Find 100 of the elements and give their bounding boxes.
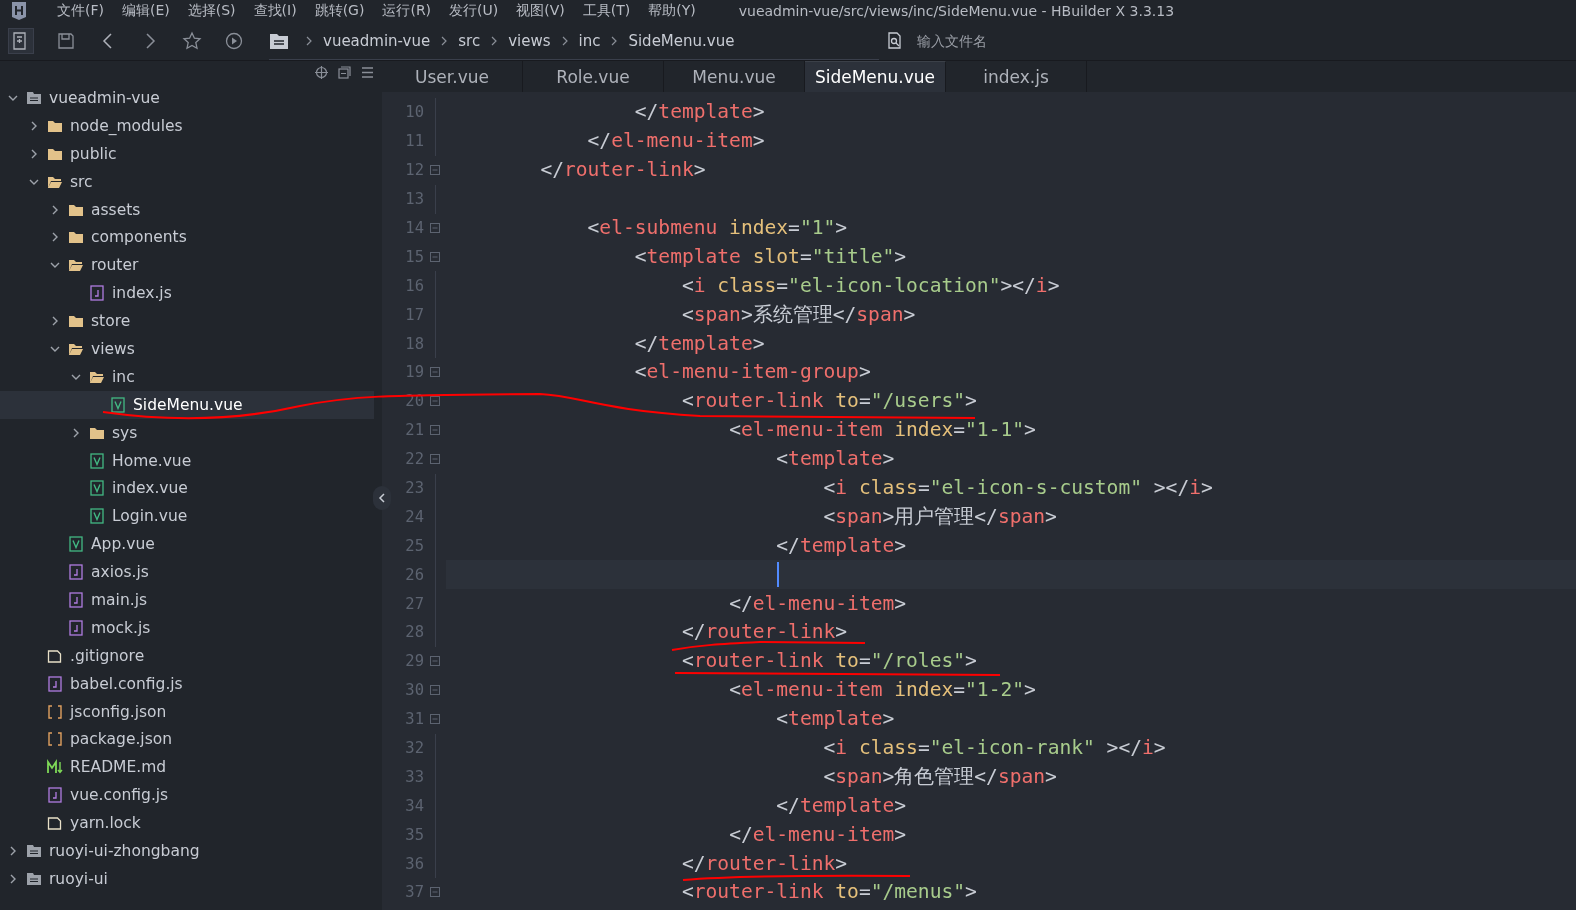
collapse-sidebar-button[interactable]: [373, 486, 391, 510]
folder-icon: [68, 313, 84, 330]
code-line: <span>角色管理</span>: [823, 764, 1057, 789]
tree-item[interactable]: package.json: [0, 725, 374, 754]
line-number: 12: [404, 161, 424, 180]
fold-toggle-icon[interactable]: [430, 887, 440, 898]
code-line: </el-menu-item>: [729, 822, 907, 847]
tree-item[interactable]: babel.config.js: [0, 669, 374, 698]
save-icon[interactable]: [56, 31, 76, 51]
chevron-right-icon[interactable]: [8, 873, 18, 884]
line-number: 21: [404, 421, 424, 440]
breadcrumb-item[interactable]: SideMenu.vue: [628, 31, 735, 50]
breadcrumb-item[interactable]: views: [508, 31, 551, 50]
tree-item[interactable]: public: [0, 139, 374, 168]
menu-item[interactable]: 运行(R): [373, 2, 441, 20]
tree-item[interactable]: Login.vue: [0, 502, 374, 531]
new-file-icon[interactable]: [8, 28, 34, 54]
chevron-right-icon[interactable]: [50, 316, 60, 327]
code-line: <template>: [776, 707, 895, 732]
line-number: 17: [404, 305, 424, 324]
chevron-right-icon[interactable]: [8, 846, 18, 856]
editor-tab[interactable]: User.vue: [382, 61, 523, 92]
fold-toggle-icon[interactable]: [430, 396, 440, 407]
line-number: 13: [404, 190, 424, 209]
line-number: 10: [404, 103, 424, 122]
code-line: </template>: [776, 793, 907, 818]
tree-item[interactable]: sys: [0, 418, 374, 447]
tree-item[interactable]: axios.js: [0, 558, 374, 587]
breadcrumb-item[interactable]: src: [458, 31, 481, 50]
chevron-right-icon[interactable]: [50, 232, 60, 243]
menu-item[interactable]: 帮助(Y): [639, 2, 705, 20]
menu-item[interactable]: 文件(F): [48, 2, 113, 20]
chevron-right-icon: [440, 35, 449, 46]
tree-item[interactable]: main.js: [0, 586, 374, 614]
line-number: 33: [404, 767, 424, 786]
tree-item[interactable]: vueadmin-vue: [0, 84, 374, 112]
chevron-right-icon: [560, 35, 569, 46]
fold-toggle-icon[interactable]: [430, 367, 440, 378]
vue-file-icon: [89, 452, 105, 469]
code-line: </router-link>: [681, 851, 848, 876]
locate-icon[interactable]: [315, 66, 328, 79]
tree-item[interactable]: store: [0, 307, 374, 335]
menu-item[interactable]: 查找(I): [244, 2, 306, 20]
editor-tab[interactable]: Role.vue: [523, 61, 664, 92]
chevron-right-icon[interactable]: [29, 120, 39, 131]
fold-toggle-icon[interactable]: [430, 685, 440, 696]
tree-item[interactable]: views: [0, 335, 374, 363]
file-search-field[interactable]: 输入文件名: [915, 32, 1119, 50]
tree-item[interactable]: router: [0, 251, 374, 280]
menu-item[interactable]: 视图(V): [507, 2, 574, 20]
menu-icon[interactable]: [361, 66, 374, 79]
fold-toggle-icon[interactable]: [430, 251, 440, 262]
tree-item[interactable]: Home.vue: [0, 446, 374, 475]
menu-item[interactable]: 跳转(G): [305, 2, 374, 20]
tree-item[interactable]: components: [0, 223, 374, 252]
fold-toggle-icon[interactable]: [430, 425, 440, 436]
tree-item[interactable]: node_modules: [0, 111, 374, 140]
tree-item[interactable]: .gitignore: [0, 641, 374, 670]
tree-item[interactable]: yarn.lock: [0, 809, 374, 838]
tree-item[interactable]: vue.config.js: [0, 781, 374, 810]
star-icon[interactable]: [182, 31, 202, 51]
code-line: </router-link>: [681, 620, 848, 645]
project-icon: [26, 870, 42, 887]
fold-toggle-icon[interactable]: [430, 223, 440, 233]
collapse-all-icon[interactable]: [338, 66, 351, 79]
code-line: <span>用户管理</span>: [823, 504, 1057, 529]
js-file-icon: [68, 619, 84, 636]
code-line: <template>: [776, 447, 895, 472]
run-icon[interactable]: [224, 31, 244, 51]
breadcrumb-item[interactable]: inc: [578, 31, 601, 50]
tree-item[interactable]: inc: [0, 362, 374, 391]
editor-tab[interactable]: SideMenu.vue: [805, 61, 946, 92]
code-line: <i class="el-icon-s-custom" ></i>: [823, 476, 1213, 500]
menu-item[interactable]: 编辑(E): [113, 2, 179, 20]
breadcrumb-item[interactable]: vueadmin-vue: [323, 31, 431, 50]
editor-tab[interactable]: index.js: [946, 61, 1087, 92]
fold-toggle-icon[interactable]: [430, 656, 440, 667]
tree-item[interactable]: ruoyi-ui: [0, 864, 374, 893]
menu-item[interactable]: 发行(U): [440, 2, 508, 20]
tree-item[interactable]: src: [0, 167, 374, 196]
menu-item[interactable]: 选择(S): [178, 2, 245, 20]
tree-item[interactable]: mock.js: [0, 613, 374, 642]
chevron-right-icon[interactable]: [71, 427, 81, 438]
fold-toggle-icon[interactable]: [430, 165, 440, 176]
tree-item[interactable]: App.vue: [0, 530, 374, 559]
tree-item[interactable]: README.md: [0, 753, 374, 782]
tree-item[interactable]: jsconfig.json: [0, 697, 374, 726]
tree-item[interactable]: ruoyi-ui-zhongbang: [0, 837, 374, 865]
chevron-right-icon[interactable]: [29, 148, 39, 159]
tree-item[interactable]: assets: [0, 195, 374, 224]
menu-item[interactable]: 工具(T): [573, 2, 640, 20]
fold-toggle-icon[interactable]: [430, 714, 440, 725]
fold-toggle-icon[interactable]: [430, 454, 440, 465]
json-file-icon: [47, 703, 63, 720]
line-number: 37: [404, 883, 424, 902]
tree-item[interactable]: index.vue: [0, 474, 374, 503]
chevron-right-icon[interactable]: [50, 204, 60, 215]
tree-item[interactable]: SideMenu.vue: [0, 390, 374, 419]
tree-item[interactable]: index.js: [0, 279, 374, 308]
code-line: </template>: [634, 100, 765, 125]
